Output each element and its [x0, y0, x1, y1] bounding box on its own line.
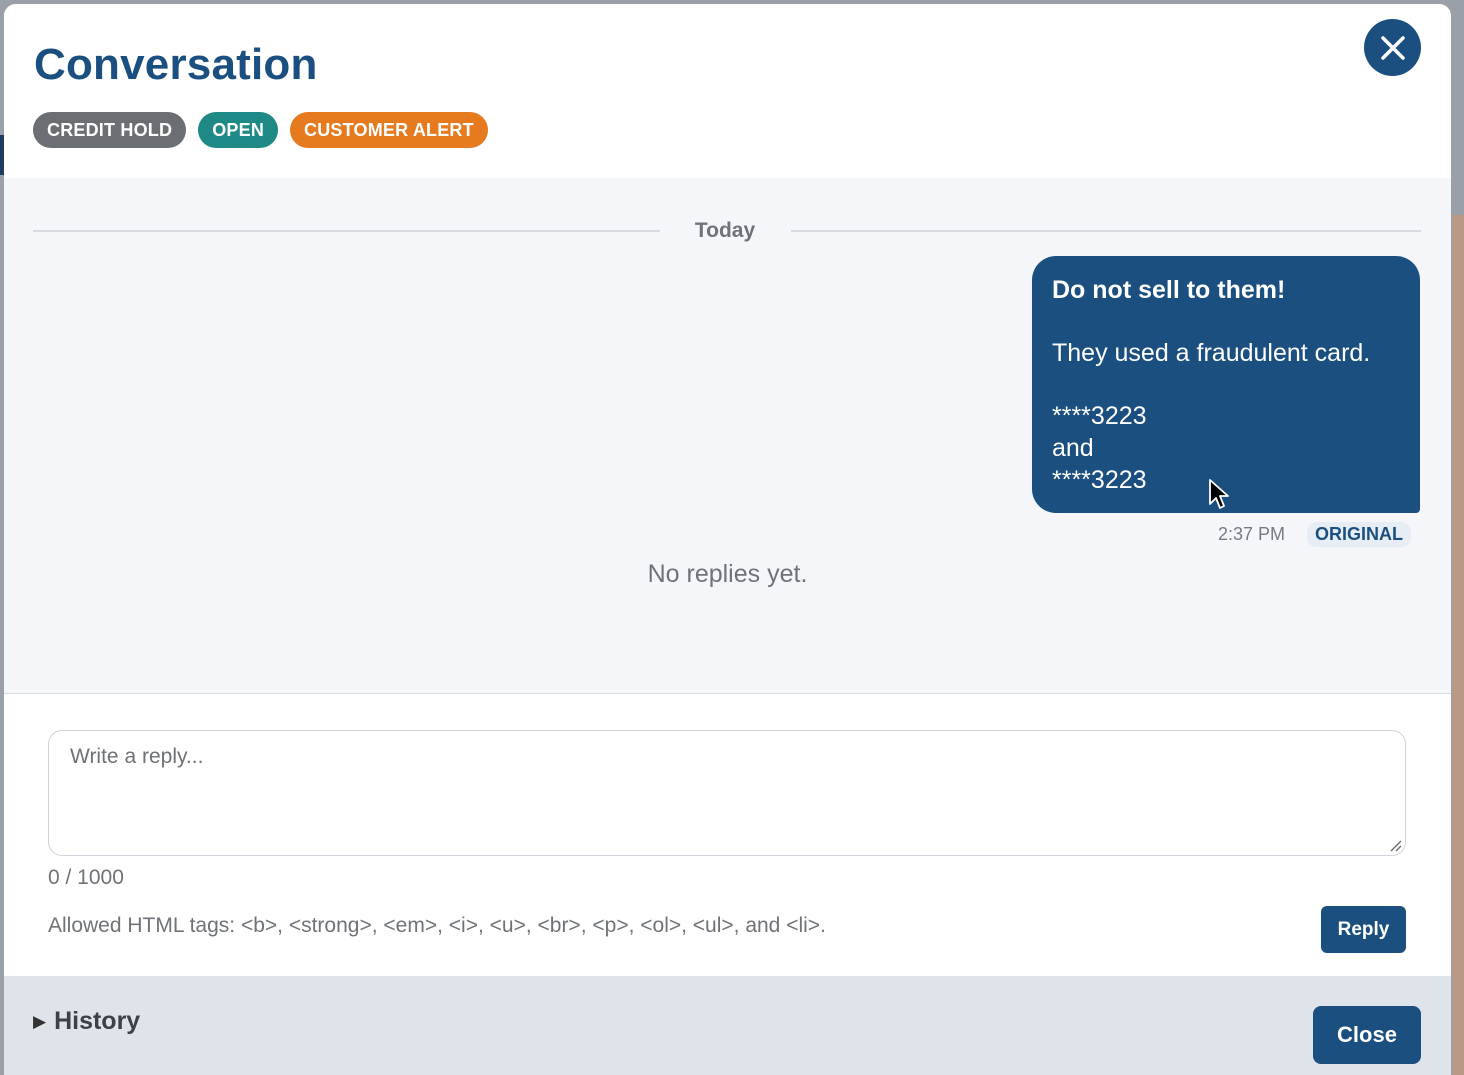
message-bubble: Do not sell to them! They used a fraudul…: [1032, 256, 1420, 513]
close-modal-button[interactable]: [1364, 19, 1421, 76]
history-toggle[interactable]: ▶ History: [33, 1007, 140, 1036]
mouse-cursor-icon: [1209, 479, 1229, 509]
message-line: ****3223: [1052, 402, 1147, 430]
reply-button[interactable]: Reply: [1321, 906, 1406, 953]
modal-header: Conversation CREDIT HOLD OPEN CUSTOMER A…: [4, 4, 1451, 178]
close-icon: [1380, 35, 1405, 60]
date-divider-line-right: [791, 230, 1421, 232]
status-badges: CREDIT HOLD OPEN CUSTOMER ALERT: [33, 112, 488, 148]
message-timestamp: 2:37 PM: [1217, 524, 1285, 544]
empty-replies-text: No replies yet.: [647, 560, 808, 588]
character-counter: 0 / 1000: [48, 866, 124, 889]
date-divider-label: Today: [694, 219, 756, 242]
reply-input[interactable]: [48, 730, 1406, 856]
close-button[interactable]: Close: [1313, 1006, 1421, 1064]
history-label: History: [54, 1007, 141, 1035]
modal-title: Conversation: [34, 40, 318, 89]
message-line: They used a fraudulent card.: [1052, 339, 1371, 367]
conversation-modal: Conversation CREDIT HOLD OPEN CUSTOMER A…: [4, 4, 1451, 1075]
status-badge-credit-hold: CREDIT HOLD: [33, 112, 187, 148]
status-badge-customer-alert: CUSTOMER ALERT: [290, 112, 488, 148]
date-divider-line-left: [33, 230, 660, 232]
allowed-tags-hint: Allowed HTML tags: <b>, <strong>, <em>, …: [48, 914, 826, 937]
background-edge: [1452, 215, 1464, 1075]
modal-footer: ▶ History Close: [4, 976, 1451, 1075]
reply-section: 0 / 1000 Allowed HTML tags: <b>, <strong…: [4, 694, 1451, 976]
message-original-tag: ORIGINAL: [1307, 522, 1411, 547]
message-line: Do not sell to them!: [1052, 276, 1286, 304]
message-meta: 2:37 PM ORIGINAL: [1218, 522, 1411, 547]
expand-arrow-icon: ▶: [33, 1011, 47, 1031]
status-badge-open: OPEN: [198, 112, 279, 148]
message-line: and: [1052, 434, 1094, 462]
resize-handle-icon[interactable]: [1390, 840, 1402, 852]
message-thread[interactable]: Today Do not sell to them! They used a f…: [4, 178, 1451, 694]
